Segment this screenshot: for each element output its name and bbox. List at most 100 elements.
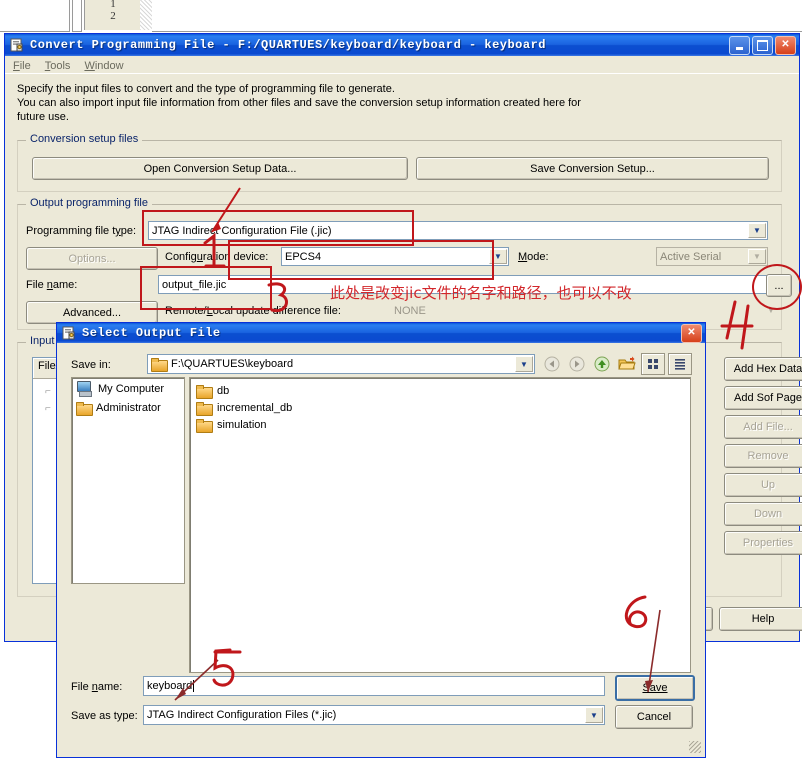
up-one-level-icon[interactable] [591, 354, 613, 374]
dialog-cancel-label: Cancel [636, 711, 672, 723]
list-item[interactable]: incremental_db [196, 399, 690, 416]
chevron-down-icon[interactable]: ▼ [585, 707, 603, 723]
tree-line-icon: ⌐ [45, 386, 54, 397]
save-conversion-setup-button[interactable]: Save Conversion Setup... [416, 157, 769, 180]
view-thumbnails-icon[interactable] [641, 353, 665, 375]
convert-programming-file-icon [9, 37, 25, 53]
folder-icon [196, 418, 213, 433]
output-programming-file-legend: Output programming file [26, 197, 152, 209]
list-item[interactable]: db [196, 382, 690, 399]
file-name-input[interactable]: output_file.jic [158, 275, 780, 294]
properties-label: Properties [742, 537, 794, 549]
background-editor-pane [0, 0, 70, 32]
place-administrator[interactable]: Administrator [72, 399, 184, 417]
maximize-icon[interactable] [752, 35, 773, 55]
description-line-1: Specify the input files to convert and t… [17, 83, 395, 95]
programming-file-type-combo[interactable]: JTAG Indirect Configuration File (.jic) … [148, 221, 768, 240]
chevron-down-icon: ▼ [748, 249, 766, 264]
save-as-type-label: Save as type: [71, 710, 138, 722]
select-output-file-dialog: Select Output File ✕ Save in: F:\QUARTUE… [56, 322, 706, 758]
save-as-type-value: JTAG Indirect Configuration Files (*.jic… [147, 709, 337, 721]
conversion-setup-group: Conversion setup files Open Conversion S… [17, 133, 782, 192]
save-in-combo[interactable]: F:\QUARTUES\keyboard ▼ [147, 354, 535, 374]
minimize-icon[interactable] [729, 35, 750, 55]
folder-icon [196, 384, 213, 399]
configuration-device-label: Configuration device: [165, 251, 269, 263]
save-in-label-text: Save in: [71, 359, 111, 371]
dialog-file-name-value: keyboard [147, 680, 193, 692]
output-programming-file-group: Output programming file Programming file… [17, 197, 792, 330]
tree-line-icon: ⌐ [45, 403, 54, 414]
up-button[interactable]: Up [724, 473, 802, 497]
list-item[interactable]: simulation [196, 416, 690, 433]
close-icon[interactable]: ✕ [681, 323, 702, 343]
dialog-save-label: Save [642, 682, 668, 694]
place-my-computer[interactable]: My Computer [72, 378, 184, 399]
background-hatch-strip [140, 0, 152, 30]
remote-local-update-field[interactable]: NONE [391, 301, 768, 320]
add-hex-data-button[interactable]: Add Hex Data [724, 357, 802, 381]
forward-arrow-icon[interactable] [566, 354, 588, 374]
remote-local-update-combo[interactable]: ▼ [756, 301, 780, 320]
advanced-button[interactable]: Advanced... [26, 301, 158, 324]
help-button[interactable]: Help [719, 607, 802, 631]
properties-button[interactable]: Properties [724, 531, 802, 555]
down-button[interactable]: Down [724, 502, 802, 526]
close-icon[interactable]: ✕ [775, 35, 796, 55]
save-dialog-buttons: ✕ [681, 323, 703, 343]
up-label: Up [760, 479, 776, 491]
select-output-file-icon [61, 325, 77, 341]
save-dialog-toolbar [541, 353, 692, 375]
save-in-label: Save in: [71, 359, 111, 371]
places-bar[interactable]: My Computer Administrator [71, 377, 185, 584]
new-folder-icon[interactable] [616, 354, 638, 374]
dialog-save-button[interactable]: Save [615, 675, 695, 701]
save-in-value: F:\QUARTUES\keyboard [171, 358, 294, 370]
remote-local-update-value: NONE [394, 304, 426, 317]
programming-file-type-label: Programming file type: [26, 225, 137, 237]
dialog-cancel-button[interactable]: Cancel [615, 705, 693, 729]
view-list-icon[interactable] [668, 353, 692, 375]
mode-value: Active Serial [660, 250, 722, 263]
save-dialog-title: Select Output File [82, 326, 221, 340]
add-sof-page-button[interactable]: Add Sof Page [724, 386, 802, 410]
file-list[interactable]: db incremental_db simulation [189, 377, 691, 673]
options-button[interactable]: Options... [26, 247, 158, 270]
menu-tools[interactable]: Tools [45, 60, 71, 72]
down-label: Down [753, 508, 783, 520]
help-button-label: Help [751, 613, 775, 625]
main-window-titlebar[interactable]: Convert Programming File - F:/QUARTUES/k… [5, 34, 799, 56]
configuration-device-value: EPCS4 [285, 250, 322, 263]
chevron-down-icon[interactable]: ▼ [515, 356, 533, 372]
chevron-down-icon[interactable]: ▼ [489, 249, 507, 264]
mode-combo[interactable]: Active Serial ▼ [656, 247, 768, 266]
main-menubar: File Tools Window [5, 56, 799, 74]
open-conversion-setup-data-button[interactable]: Open Conversion Setup Data... [32, 157, 408, 180]
menu-file[interactable]: File [13, 60, 31, 72]
remove-label: Remove [747, 450, 789, 462]
dialog-file-name-label: File name: [71, 681, 123, 693]
text-caret [193, 680, 195, 692]
dialog-file-name-input[interactable]: keyboard [143, 676, 605, 696]
chevron-down-icon: ▼ [763, 302, 779, 319]
chevron-down-icon[interactable]: ▼ [748, 223, 766, 238]
browse-output-file-button[interactable]: ... [766, 274, 792, 297]
save-dialog-titlebar[interactable]: Select Output File ✕ [57, 323, 705, 343]
add-sof-page-label: Add Sof Page [734, 392, 802, 404]
menu-window[interactable]: Window [84, 60, 123, 72]
file-name-value: output_file.jic [162, 278, 227, 291]
save-as-type-combo[interactable]: JTAG Indirect Configuration Files (*.jic… [143, 705, 605, 725]
resize-grip-icon[interactable] [689, 741, 701, 753]
add-hex-data-label: Add Hex Data [733, 363, 802, 375]
add-file-button[interactable]: Add File... [724, 415, 802, 439]
main-window-buttons: ✕ [729, 35, 797, 55]
remove-button[interactable]: Remove [724, 444, 802, 468]
background-editor-pane-3 [152, 0, 802, 32]
background-editor-pane-2 [72, 0, 82, 32]
configuration-device-combo[interactable]: EPCS4 ▼ [281, 247, 509, 266]
back-arrow-icon[interactable] [541, 354, 563, 374]
browse-button-label: ... [774, 279, 784, 292]
gutter-line-2: 2 [110, 10, 116, 22]
file-item-label: incremental_db [217, 401, 293, 414]
description-line-2: You can also import input file informati… [17, 97, 581, 109]
